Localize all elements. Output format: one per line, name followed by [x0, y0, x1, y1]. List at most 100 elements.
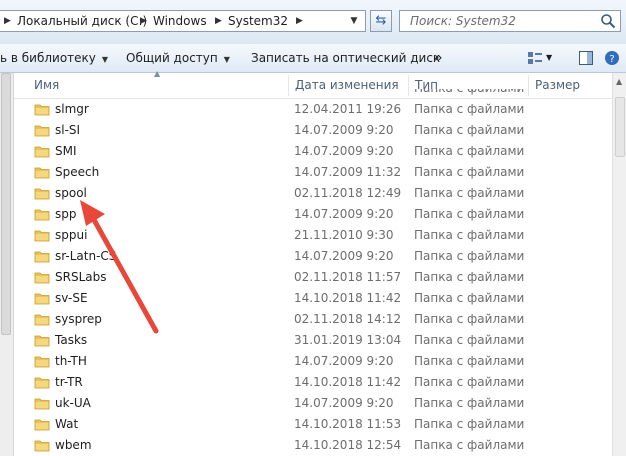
- folder-icon: [34, 419, 50, 431]
- table-row[interactable]: spp 14.07.2009 9:20 Папка с файлами: [14, 204, 612, 225]
- row-name: sppui: [55, 228, 88, 242]
- folder-icon: [34, 314, 50, 326]
- table-row[interactable]: sysprep 02.11.2018 14:12 Папка с файлами: [14, 309, 612, 330]
- table-row[interactable]: sppui 21.11.2010 9:30 Папка с файлами: [14, 225, 612, 246]
- burn-label: Записать на оптический диск: [251, 51, 441, 65]
- add-to-library-button[interactable]: ь в библиотеку ▼: [0, 44, 108, 72]
- add-to-library-label: ь в библиотеку: [0, 51, 96, 65]
- search-input[interactable]: Поиск: System32: [399, 10, 621, 32]
- row-name: sr-Latn-CS: [55, 249, 117, 263]
- row-date: 02.11.2018 14:12: [294, 312, 402, 326]
- table-row[interactable]: th-TH 14.07.2009 9:20 Папка с файлами: [14, 351, 612, 372]
- burn-button[interactable]: Записать на оптический диск: [251, 44, 440, 72]
- address-bar[interactable]: ▶ Локальный диск (C:) ▶ Windows ▶ System…: [0, 10, 366, 32]
- svg-text:?: ?: [609, 54, 614, 65]
- breadcrumb-separator-icon[interactable]: ▶: [140, 11, 147, 31]
- row-date: 14.07.2009 9:20: [294, 396, 394, 410]
- file-list-scroll-thumb[interactable]: [615, 97, 625, 157]
- row-date: 14.10.2018 11:53: [294, 417, 402, 431]
- address-dropdown-icon[interactable]: ▼: [344, 12, 364, 30]
- folder-icon: [34, 104, 50, 116]
- view-dropdown-icon[interactable]: ▼: [546, 44, 552, 72]
- command-bar: ь в библиотеку ▼ Общий доступ ▼ Записать н…: [0, 44, 626, 73]
- row-type: Папка с файлами: [414, 375, 525, 389]
- row-type: Папка с файлами: [414, 165, 525, 179]
- breadcrumb-local-disk[interactable]: Локальный диск (C:): [17, 11, 147, 31]
- folder-icon: [34, 272, 50, 284]
- view-options-icon[interactable]: [527, 50, 543, 66]
- refresh-button[interactable]: ⇆: [370, 10, 392, 32]
- row-type: Папка с файлами: [414, 291, 525, 305]
- table-row[interactable]: sl-SI 14.07.2009 9:20 Папка с файлами: [14, 120, 612, 141]
- row-date: 02.11.2018 11:57: [294, 270, 402, 284]
- help-icon[interactable]: ?: [604, 50, 620, 66]
- share-button[interactable]: Общий доступ ▼: [126, 44, 230, 72]
- table-row[interactable]: tr-TR 14.10.2018 11:42 Папка с файлами: [14, 372, 612, 393]
- table-row[interactable]: Tasks 31.01.2019 13:04 Папка с файлами: [14, 330, 612, 351]
- more-commands-button[interactable]: »: [434, 44, 443, 72]
- file-list: slmgr 12.04.2011 19:26 Папка с файлами sl-…: [14, 99, 612, 456]
- search-icon[interactable]: [600, 13, 616, 29]
- share-label: Общий доступ: [126, 51, 218, 65]
- folder-icon: [34, 146, 50, 158]
- table-row[interactable]: SMI 14.07.2009 9:20 Папка с файлами: [14, 141, 612, 162]
- folder-icon: [34, 188, 50, 200]
- row-type: Папка с файлами: [414, 249, 525, 263]
- table-row[interactable]: Speech 14.07.2009 11:32 Папка с файлами: [14, 162, 612, 183]
- row-date: 02.11.2018 12:49: [294, 186, 402, 200]
- table-row[interactable]: sv-SE 14.10.2018 11:42 Папка с файлами: [14, 288, 612, 309]
- row-name: spp: [55, 207, 77, 221]
- navigation-pane-scroll-thumb[interactable]: [1, 73, 11, 335]
- row-type: Папка с файлами: [414, 123, 525, 137]
- chevron-down-icon: ▼: [101, 55, 109, 64]
- folder-icon: [34, 356, 50, 368]
- row-name: Speech: [55, 165, 100, 179]
- breadcrumb-separator-icon[interactable]: ▶: [215, 11, 222, 31]
- row-date: 14.07.2009 11:32: [294, 165, 402, 179]
- refresh-icon: ⇆: [375, 13, 387, 28]
- folder-icon: [34, 230, 50, 242]
- breadcrumb-separator-icon[interactable]: ▶: [296, 11, 303, 31]
- row-type: Папка с файлами: [414, 333, 525, 347]
- scroll-up-icon[interactable]: ▲: [616, 77, 622, 86]
- preview-pane-icon[interactable]: [578, 50, 594, 66]
- breadcrumb-windows[interactable]: Windows: [153, 11, 207, 31]
- breadcrumb-system32[interactable]: System32: [228, 11, 288, 31]
- breadcrumb-separator-icon[interactable]: ▶: [4, 11, 11, 31]
- folder-icon: [34, 167, 50, 179]
- row-type: Папка с файлами: [414, 438, 525, 452]
- row-name: Tasks: [55, 333, 88, 347]
- row-type: Папка с файлами: [414, 417, 525, 431]
- row-name: spool: [55, 186, 87, 200]
- row-type: Папка с файлами: [414, 228, 525, 242]
- row-date: 31.01.2019 13:04: [294, 333, 402, 347]
- row-name: sv-SE: [55, 291, 88, 305]
- folder-icon: [34, 251, 50, 263]
- table-row[interactable]: Wat 14.10.2018 11:53 Папка с файлами: [14, 414, 612, 435]
- navigation-pane-scrollbar[interactable]: [0, 73, 14, 456]
- table-row[interactable]: slmgr 12.04.2011 19:26 Папка с файлами: [14, 99, 612, 120]
- row-type: Папка с файлами: [414, 312, 525, 326]
- row-name: wbem: [55, 438, 92, 452]
- folder-icon: [34, 293, 50, 305]
- row-date: 14.07.2009 9:20: [294, 123, 394, 137]
- table-row[interactable]: uk-UA 14.07.2009 9:20 Папка с файлами: [14, 393, 612, 414]
- table-row[interactable]: SRSLabs 02.11.2018 11:57 Папка с файлами: [14, 267, 612, 288]
- row-name: sysprep: [55, 312, 102, 326]
- table-row-partial[interactable]: Папка с файлами: [14, 89, 612, 99]
- folder-icon: [34, 335, 50, 347]
- table-row[interactable]: spool 02.11.2018 12:49 Папка с файлами: [14, 183, 612, 204]
- folder-icon: [34, 398, 50, 410]
- row-type: Папка с файлами: [414, 354, 525, 368]
- row-date: 14.10.2018 11:42: [294, 375, 402, 389]
- table-row[interactable]: wbem 14.10.2018 12:54 Папка с файлами: [14, 435, 612, 456]
- file-list-scrollbar[interactable]: ▲: [612, 73, 626, 456]
- more-commands-label: »: [434, 50, 443, 66]
- row-date: 14.07.2009 9:20: [294, 144, 394, 158]
- row-type: Папка с файлами: [414, 396, 525, 410]
- row-name: slmgr: [55, 102, 89, 116]
- row-name: SMI: [55, 144, 77, 158]
- row-date: 14.07.2009 9:20: [294, 354, 394, 368]
- table-row[interactable]: sr-Latn-CS 14.07.2009 9:20 Папка с файлами: [14, 246, 612, 267]
- row-name: sl-SI: [55, 123, 81, 137]
